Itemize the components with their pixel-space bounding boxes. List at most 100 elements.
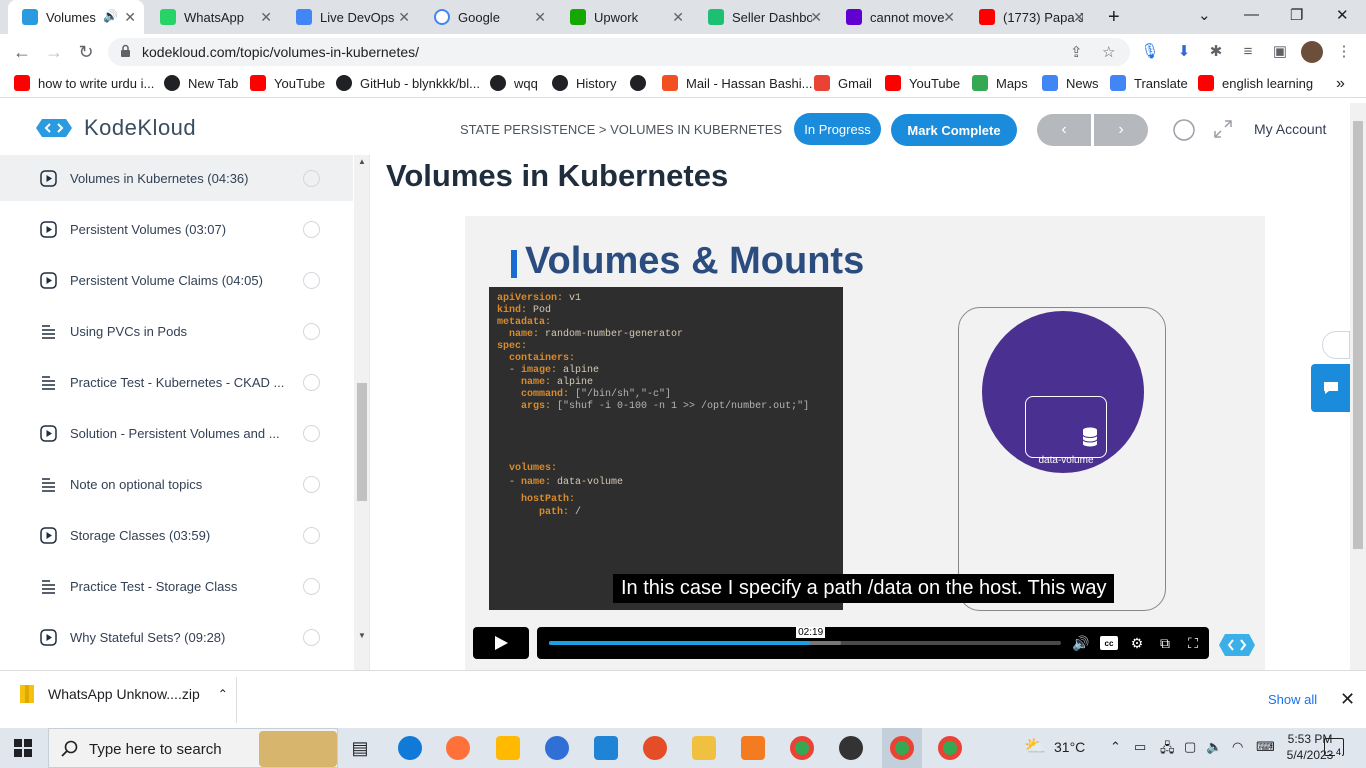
taskbar-search[interactable]: Type here to search [48,728,338,768]
bookmark-item[interactable]: News [1042,75,1099,91]
file-explorer-icon[interactable] [692,736,716,760]
browser-tab[interactable]: Seller Dashbo ✕ [694,0,830,34]
video-player[interactable]: Volumes & Mounts apiVersion: v1 kind: Pod… [465,216,1265,670]
completion-circle-icon[interactable] [303,577,320,595]
show-all-button[interactable]: Show all [1268,692,1317,707]
mic-extension-icon[interactable]: 🎙 [1140,42,1160,62]
progress-bar[interactable]: 02:19 [549,627,1061,645]
chrome-profile-h-icon[interactable] [938,736,962,760]
bookmark-item[interactable]: Mail - Hassan Bashi... [662,75,812,91]
notification-icon[interactable]: 4 [1324,738,1344,757]
browser-tab[interactable]: Google ✕ [420,0,554,34]
tray-volume-icon[interactable]: 🔈 [1206,739,1222,755]
my-account-link[interactable]: My Account [1254,121,1326,137]
download-bar-close-icon[interactable]: ✕ [1340,689,1355,710]
tab-search-icon[interactable]: ⌄ [1198,6,1211,24]
task-view-icon[interactable]: ▤ [348,736,372,760]
tab-close-icon[interactable]: ✕ [672,9,684,26]
back-icon[interactable]: ← [10,40,34,64]
tray-device-icon[interactable]: ▢ [1184,739,1196,755]
completion-circle-icon[interactable] [303,475,320,493]
chrome-profile-icon[interactable] [890,736,914,760]
sidebar-lesson-item[interactable]: Persistent Volume Claims (04:05) [0,257,353,303]
completion-circle-icon[interactable] [303,373,320,391]
bookmark-item[interactable]: History [552,75,616,91]
tab-close-icon[interactable]: ✕ [810,9,822,26]
tray-network-icon[interactable]: 🖧 [1160,739,1175,761]
dark-mode-icon[interactable] [1172,118,1196,142]
sidebar-lesson-item[interactable]: Practice Test - Kubernetes - CKAD ... [0,359,353,405]
bookmark-item[interactable] [630,75,654,91]
edge-icon[interactable] [398,736,422,760]
picture-in-picture-icon[interactable]: ⧉ [1155,633,1175,653]
page-scroll-thumb[interactable] [1353,121,1363,549]
tray-keyboard-icon[interactable]: ⌨ [1256,739,1275,755]
firefox-icon[interactable] [446,736,470,760]
download-extension-icon[interactable]: ⬇ [1174,42,1194,62]
sidebar-lesson-item[interactable]: Solution - Persistent Volumes and ... [0,410,353,456]
page-scrollbar[interactable] [1350,103,1366,670]
voice-widget-icon[interactable] [1322,331,1350,359]
side-panel-icon[interactable]: ▣ [1270,42,1290,62]
download-item[interactable]: WhatsApp Unknow....zip ⌃ [20,685,228,703]
settings-app-icon[interactable] [741,736,765,760]
sidebar-lesson-item[interactable]: Storage Classes (03:59) [0,512,353,558]
completion-circle-icon[interactable] [303,628,320,646]
sidebar-lesson-item[interactable]: Volumes in Kubernetes (04:36) [0,155,353,201]
weather-temp[interactable]: 31°C [1054,739,1085,755]
completion-circle-icon[interactable] [303,271,320,289]
scroll-down-icon[interactable]: ▼ [358,631,366,640]
skype-icon[interactable] [545,736,569,760]
bookmark-item[interactable]: YouTube [250,75,325,91]
chevron-up-icon[interactable]: ⌃ [218,687,228,701]
chat-widget-button[interactable] [1311,364,1350,412]
in-progress-badge[interactable]: In Progress [794,113,881,145]
tray-chevron-icon[interactable]: ⌃ [1110,739,1121,755]
minimize-icon[interactable]: — [1244,6,1259,23]
volume-icon[interactable]: 🔊 [1071,633,1091,653]
scroll-up-icon[interactable]: ▲ [358,157,366,166]
reload-icon[interactable]: ↻ [74,40,98,64]
sidebar-lesson-item[interactable]: Why Stateful Sets? (09:28) [0,614,353,660]
completion-circle-icon[interactable] [303,220,320,238]
browser-tab[interactable]: Upwork ✕ [556,0,692,34]
browser-tab[interactable]: WhatsApp ✕ [146,0,280,34]
mark-complete-button[interactable]: Mark Complete [891,114,1017,146]
browser-tab[interactable]: (1773) Papa Ji ✕ [965,0,1093,34]
app-icon[interactable] [643,736,667,760]
bookmark-item[interactable]: english learning [1198,75,1313,91]
windows-start-icon[interactable] [14,739,32,757]
breadcrumb[interactable]: STATE PERSISTENCE > VOLUMES IN KUBERNETE… [460,122,782,137]
sidebar-lesson-item[interactable]: Note on optional topics [0,461,353,507]
sidebar-scrollbar[interactable]: ▲ ▼ [354,155,369,670]
captions-icon[interactable]: cc [1099,633,1119,653]
new-tab-button[interactable]: + [1108,0,1132,34]
completion-circle-icon[interactable] [303,526,320,544]
sidebar-lesson-item[interactable]: Using PVCs in Pods [0,308,353,354]
extensions-icon[interactable]: ✱ [1206,42,1226,62]
chrome-icon[interactable] [790,736,814,760]
profile-avatar[interactable] [1301,41,1323,63]
kodekloud-logo[interactable]: KodeKloud [34,115,196,141]
maximize-icon[interactable]: ❐ [1290,6,1303,24]
tab-close-icon[interactable]: ✕ [943,9,955,26]
prev-lesson-button[interactable]: ‹ [1037,114,1091,146]
settings-icon[interactable]: ⚙ [1127,633,1147,653]
bookmark-item[interactable]: Maps [972,75,1028,91]
bookmark-item[interactable]: how to write urdu i... [14,75,154,91]
bookmark-item[interactable]: GitHub - blynkkk/bl... [336,75,480,91]
play-button[interactable] [473,627,529,659]
browser-tab[interactable]: Volumes 🔊 ✕ [8,0,144,34]
player-fullscreen-icon[interactable]: ⛶ [1183,633,1203,653]
store-icon[interactable] [496,736,520,760]
more-bookmarks-icon[interactable]: » [1336,75,1345,93]
tab-close-icon[interactable]: ✕ [534,9,546,26]
next-lesson-button[interactable]: › [1094,114,1148,146]
sidebar-scroll-thumb[interactable] [357,383,367,501]
browser-tab[interactable]: Live DevOps ✕ [282,0,418,34]
fullscreen-icon[interactable] [1213,119,1233,139]
tab-close-icon[interactable]: ✕ [260,9,272,26]
obs-icon[interactable] [839,736,863,760]
share-icon[interactable]: ⇪ [1070,43,1083,61]
sidebar-lesson-item[interactable]: Practice Test - Storage Class [0,563,353,609]
